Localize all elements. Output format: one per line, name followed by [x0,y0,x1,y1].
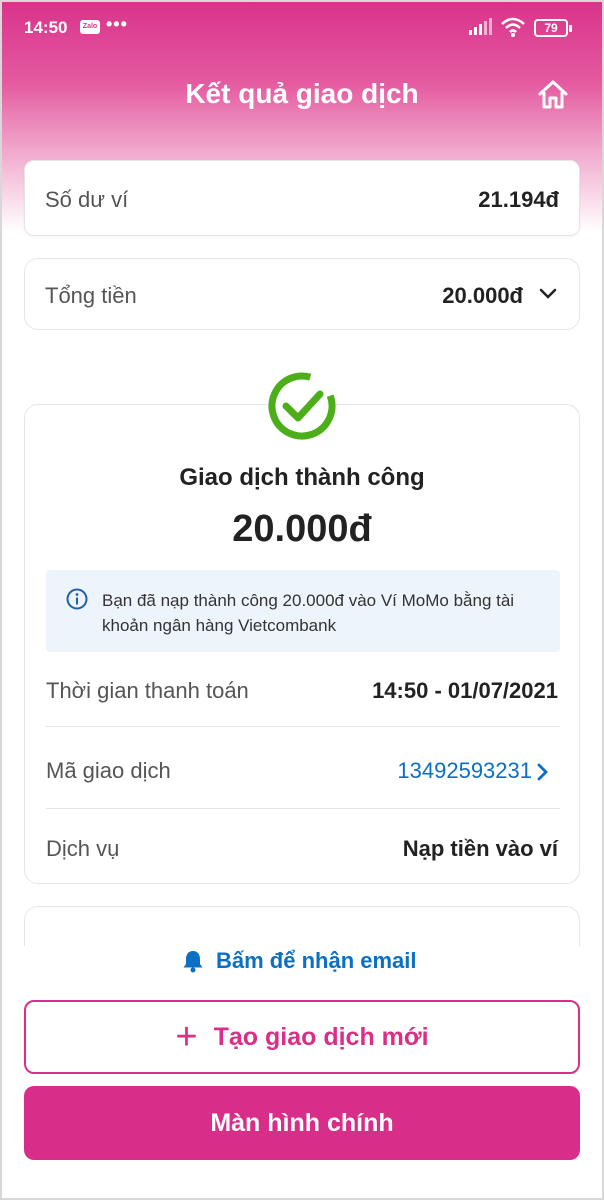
wifi-icon [501,17,525,37]
receive-email-link[interactable]: Bấm để nhận email [182,946,417,976]
info-message-box: Bạn đã nạp thành công 20.000đ vào Ví MoM… [46,570,560,652]
balance-value: 21.194đ [478,187,559,212]
plus-icon: + [175,1016,198,1058]
info-icon [66,588,88,610]
transaction-id-link[interactable]: 13492593231 [397,758,532,784]
new-transaction-button[interactable]: + Tạo giao dịch mới [24,1000,580,1074]
new-transaction-label: Tạo giao dịch mới [213,1022,429,1051]
home-screen-label: Màn hình chính [210,1108,394,1137]
service-label: Dịch vụ [46,836,120,861]
total-value: 20.000đ [442,283,523,308]
chevron-down-icon[interactable] [539,287,557,301]
more-notifications-icon: ••• [106,14,128,34]
balance-label: Số dư ví [45,187,129,212]
zalo-notification-icon: Zalo [80,20,100,34]
page-title: Kết quả giao dịch [185,78,419,109]
chevron-right-icon[interactable] [536,762,550,782]
transaction-id-label: Mã giao dịch [46,758,171,783]
total-amount-card[interactable]: Tổng tiền 20.000đ [24,258,580,330]
service-value: Nạp tiền vào ví [402,836,558,861]
payment-time-value: 14:50 - 01/07/2021 [372,678,558,703]
battery-icon: 79 [534,19,572,37]
screen: 14:50 Zalo ••• 79 Kết quả giao dịch Số d… [2,2,602,1198]
divider [46,808,560,809]
result-title: Giao dịch thành công [179,464,425,491]
payment-time-label: Thời gian thanh toán [46,678,249,703]
status-time: 14:50 [24,18,68,37]
total-label: Tổng tiền [45,283,137,308]
result-amount: 20.000đ [232,508,372,550]
next-card-edge [24,906,580,946]
home-icon[interactable] [536,78,570,112]
home-screen-button[interactable]: Màn hình chính [24,1086,580,1160]
bell-icon [183,951,203,973]
info-message-text: Bạn đã nạp thành công 20.000đ vào Ví MoM… [102,591,515,635]
status-bar: 14:50 Zalo ••• 79 [2,2,602,54]
signal-icon [469,18,492,35]
divider [46,726,560,727]
receive-email-label: Bấm để nhận email [216,948,417,973]
success-check-icon [268,372,336,440]
wallet-balance-card: Số dư ví 21.194đ [24,160,580,236]
